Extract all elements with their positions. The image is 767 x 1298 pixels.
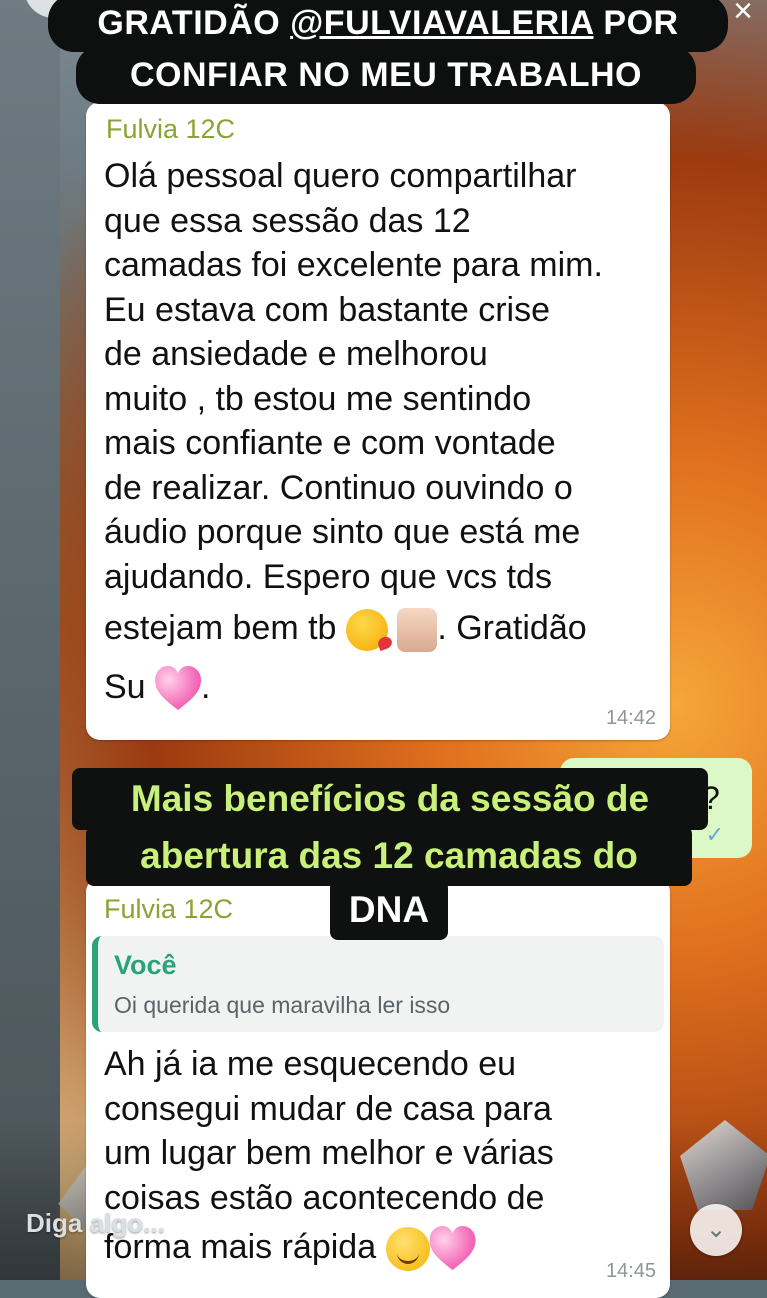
message-line: Su . bbox=[104, 657, 664, 717]
reply-input[interactable]: Diga algo... bbox=[26, 1208, 165, 1239]
message-line: forma mais rápida bbox=[104, 1220, 664, 1274]
quoted-sender: Você bbox=[114, 950, 177, 980]
pink-heart-icon bbox=[430, 1226, 476, 1272]
message-sender: Fulvia 12C bbox=[104, 894, 234, 924]
caption-text: GRATIDÃO bbox=[97, 4, 291, 42]
message-line: Olá pessoal quero compartilhar bbox=[104, 157, 577, 195]
message-line: que essa sessão das 12 bbox=[104, 201, 471, 240]
message-line: consegui mudar de casa para bbox=[104, 1089, 552, 1128]
middle-caption-line2: abertura das 12 camadas do bbox=[86, 826, 692, 886]
message-line: de realizar. Continuo ouvindo o bbox=[104, 468, 573, 507]
close-icon[interactable]: × bbox=[733, 0, 753, 28]
mention-link[interactable]: @FULVIAVALERIA bbox=[290, 4, 593, 42]
message-line: de ansiedade e melhorou bbox=[104, 335, 488, 373]
message-timestamp: 14:42 bbox=[605, 707, 656, 729]
kissing-face-icon bbox=[345, 609, 388, 652]
message-text: Ah já ia me esquecendo eu consegui mudar… bbox=[104, 1042, 664, 1274]
message-fragment: estejam bem tb bbox=[104, 609, 346, 647]
message-line: Ah já ia me esquecendo eu bbox=[104, 1045, 517, 1083]
delivered-check-icon: ✓ bbox=[705, 822, 724, 847]
chevron-down-icon[interactable]: ⌄ bbox=[690, 1204, 742, 1256]
pink-heart-icon bbox=[155, 666, 201, 712]
chat-message-bubble: Fulvia 12C Você Oi querida que maravilha… bbox=[86, 878, 670, 1298]
caption-text: POR bbox=[593, 4, 679, 42]
message-line: um lugar bem melhor e várias bbox=[104, 1134, 554, 1172]
smiling-face-icon bbox=[385, 1227, 430, 1272]
message-line: áudio porque sinto que está me bbox=[104, 513, 581, 551]
story-caption-line1: GRATIDÃO @FULVIAVALERIA POR bbox=[48, 0, 728, 52]
chat-message-bubble: Fulvia 12C Olá pessoal quero compartilha… bbox=[86, 102, 670, 740]
middle-caption-line3: DNA bbox=[330, 880, 448, 940]
message-sender: Fulvia 12C bbox=[106, 114, 236, 144]
message-line: Eu estava com bastante crise bbox=[104, 290, 551, 329]
middle-caption-line1: Mais benefícios da sessão de bbox=[72, 768, 708, 830]
praying-hands-icon bbox=[397, 608, 438, 653]
quoted-text: Oi querida que maravilha ler isso bbox=[114, 992, 451, 1018]
message-fragment: . Gratidão bbox=[437, 609, 587, 647]
quoted-reply[interactable]: Você Oi querida que maravilha ler isso bbox=[92, 936, 664, 1032]
message-line: camadas foi excelente para mim. bbox=[104, 246, 603, 284]
message-fragment: Su bbox=[104, 668, 156, 706]
message-line: ajudando. Espero que vcs tds bbox=[104, 557, 552, 596]
message-line: muito , tb estou me sentindo bbox=[104, 379, 532, 418]
message-text: Olá pessoal quero compartilhar que essa … bbox=[104, 154, 664, 717]
message-line: mais confiante e com vontade bbox=[104, 424, 556, 462]
story-caption-line2: CONFIAR NO MEU TRABALHO bbox=[76, 46, 696, 104]
message-line: coisas estão acontecendo de bbox=[104, 1178, 545, 1217]
message-fragment: . bbox=[201, 668, 211, 706]
message-line: estejam bem tb . Gratidão bbox=[104, 599, 664, 657]
story-left-edge bbox=[0, 0, 60, 1280]
